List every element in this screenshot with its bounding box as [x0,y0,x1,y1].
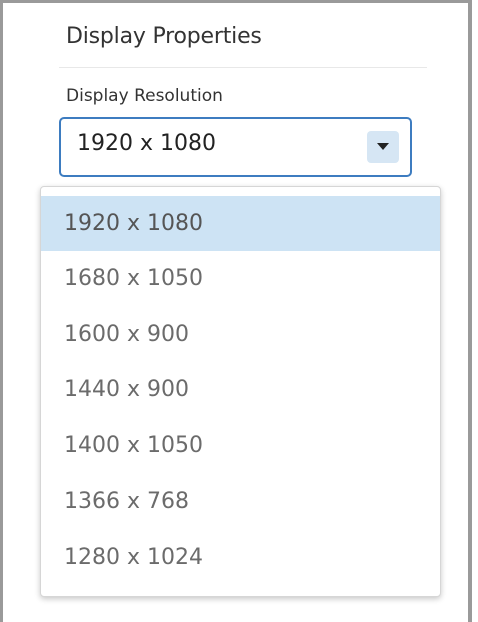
resolution-dropdown-list: 1920 x 1080 1680 x 1050 1600 x 900 1440 … [40,186,441,597]
display-properties-panel: Display Properties Display Resolution 19… [0,0,478,622]
caret-down-icon [377,143,389,150]
resolution-option[interactable]: 1440 x 900 [41,362,440,417]
resolution-option[interactable]: 1680 x 1050 [41,251,440,306]
section-divider [59,67,427,68]
panel-border-left [0,0,3,622]
resolution-option[interactable]: 1600 x 900 [41,307,440,362]
display-resolution-value: 1920 x 1080 [77,131,216,156]
panel-border-right [468,0,472,622]
dropdown-toggle-button[interactable] [367,131,399,163]
display-resolution-select[interactable]: 1920 x 1080 [59,117,412,177]
display-resolution-label: Display Resolution [66,86,223,106]
resolution-option[interactable]: 1400 x 1050 [41,418,440,473]
resolution-option[interactable]: 1920 x 1080 [41,196,440,251]
resolution-option[interactable]: 1280 x 1024 [41,530,440,585]
section-title: Display Properties [66,24,262,49]
panel-border-top [0,0,472,3]
resolution-option[interactable]: 1366 x 768 [41,474,440,529]
